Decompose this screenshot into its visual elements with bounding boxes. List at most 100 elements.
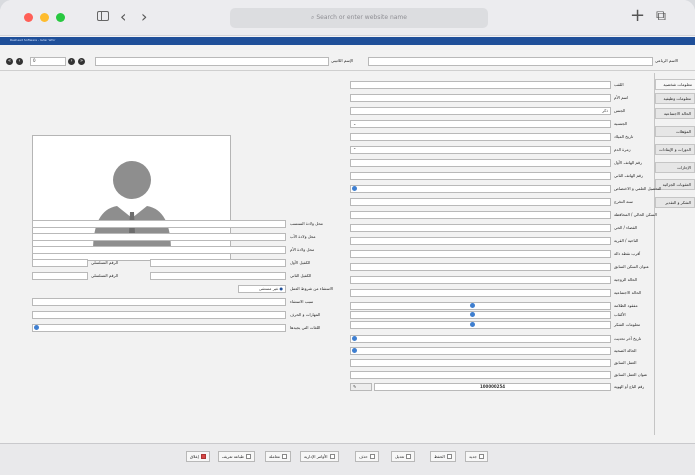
new-tab-plus-icon[interactable]: +	[630, 5, 645, 26]
print-id-button[interactable]: طباعة تعريف	[218, 451, 255, 462]
exception-radio[interactable]: غير مستثنى ●	[238, 285, 286, 293]
surname-input[interactable]	[350, 81, 611, 89]
birthdate-input[interactable]	[350, 133, 611, 141]
previous-job-label: العمل السابق	[614, 360, 637, 365]
tab-overview-icon[interactable]: ⧉	[656, 8, 666, 24]
village-input[interactable]	[350, 237, 611, 245]
prev-record-icon[interactable]: ‹	[16, 58, 23, 65]
employee-photo[interactable]	[32, 135, 231, 261]
graduation-year-input[interactable]	[350, 198, 611, 206]
skills-label: المهارات و الحرف	[290, 312, 321, 317]
sponsor2-serial-input[interactable]	[32, 272, 88, 280]
education-picker-icon[interactable]	[352, 186, 357, 191]
last-record-icon[interactable]: »	[78, 58, 85, 65]
record-number-input[interactable]: 0	[30, 57, 66, 66]
skills-input[interactable]	[32, 311, 286, 319]
blood-type-select[interactable]: ⌃	[350, 146, 611, 154]
gender-select[interactable]: ذكر	[350, 107, 611, 115]
sidebar-toggle-icon[interactable]	[97, 11, 109, 21]
transaction-button[interactable]: معاملة	[265, 451, 291, 462]
previous-job-address-input[interactable]	[350, 371, 611, 379]
next-record-icon[interactable]: ›	[68, 58, 75, 65]
last-update-label: تاريخ آخر تحديث	[614, 336, 642, 341]
tab-vacations[interactable]: الإجازات	[655, 162, 695, 173]
last-update-picker-icon[interactable]	[352, 336, 357, 341]
tab-social-status[interactable]: الحالة الاجتماعية	[655, 108, 695, 119]
province-label: السكن الحالي / المحافظة	[614, 212, 657, 217]
tab-courses[interactable]: الدورات و الإيفادات	[655, 144, 695, 155]
titles-input[interactable]	[350, 311, 611, 319]
mother-name-label: اسم الأم	[614, 95, 629, 100]
forward-arrow-icon[interactable]: ›	[141, 7, 147, 26]
sponsor1-input[interactable]	[150, 259, 286, 267]
new-button-label: جديد	[469, 454, 477, 459]
titles-label: الألقاب	[614, 312, 626, 317]
grievance-picker-icon[interactable]	[470, 303, 475, 308]
phone1-label: رقم الهاتف الأول	[614, 160, 642, 165]
father-birthplace-input[interactable]	[32, 233, 286, 241]
mother-birthplace-input[interactable]	[32, 246, 286, 254]
tab-thanks[interactable]: الشكر و التقدير	[655, 197, 695, 208]
nationality-select[interactable]: ⌄	[350, 120, 611, 128]
sponsor1-serial-input[interactable]	[32, 259, 88, 267]
full-name-input[interactable]	[368, 57, 653, 66]
marital-status-input[interactable]	[350, 276, 611, 284]
print-id-button-label: طباعة تعريف	[222, 454, 244, 459]
mother-birthplace-label: محل ولادة الأم	[290, 247, 315, 252]
full-name-label: الاسم الرباعي	[655, 58, 679, 63]
nationality-label: الجنسية	[614, 121, 628, 126]
zoom-window-button[interactable]	[56, 13, 65, 22]
delete-button[interactable]: حذف	[355, 451, 379, 462]
previous-address-input[interactable]	[350, 263, 611, 271]
radio-dot-icon: ●	[279, 286, 284, 291]
tab-job-info[interactable]: معلومات وظيفية	[655, 93, 695, 104]
tab-personal-info[interactable]: معلومات شخصية	[655, 79, 695, 90]
district-input[interactable]	[350, 224, 611, 232]
languages-picker-icon[interactable]	[34, 325, 39, 330]
district-label: القضاء / الحي	[614, 225, 638, 230]
birthplace-input[interactable]	[32, 220, 286, 228]
url-bar[interactable]: ⌕ Search or enter website name	[230, 8, 488, 28]
search-icon: ⌕	[311, 14, 315, 21]
social-status-input[interactable]	[350, 289, 611, 297]
first-record-icon[interactable]: «	[6, 58, 13, 65]
back-arrow-icon[interactable]: ‹	[120, 7, 126, 26]
minimize-window-button[interactable]	[40, 13, 49, 22]
id-number-label: رقم الباج أو الهوية	[614, 384, 645, 389]
landmark-input[interactable]	[350, 250, 611, 258]
close-window-button[interactable]	[24, 13, 33, 22]
exception-label: الاستثناء من شروط العمل	[290, 286, 334, 291]
titles-picker-icon[interactable]	[470, 312, 475, 317]
languages-label: اللغات التي يجيدها	[290, 325, 321, 330]
previous-job-input[interactable]	[350, 359, 611, 367]
grievance-input[interactable]	[350, 302, 611, 310]
thanks-info-picker-icon[interactable]	[470, 322, 475, 327]
exception-reason-input[interactable]	[32, 298, 286, 306]
new-button[interactable]: جديد	[465, 451, 488, 462]
save-button[interactable]: الحفظ	[430, 451, 456, 462]
id-edit-button[interactable]: ✎	[350, 383, 372, 391]
mother-name-input[interactable]	[350, 94, 611, 102]
latin-name-input[interactable]	[95, 57, 329, 66]
admin-orders-button[interactable]: الأوامر الإدارية	[300, 451, 339, 462]
health-status-input[interactable]	[350, 347, 611, 355]
blood-type-label: زمرة الدم	[614, 147, 631, 152]
languages-input[interactable]	[32, 324, 286, 332]
url-placeholder: Search or enter website name	[316, 14, 407, 21]
previous-job-address-label: عنوان العمل السابق	[614, 372, 648, 377]
last-update-input[interactable]	[350, 335, 611, 343]
father-birthplace-label: محل ولادة الأب	[290, 234, 316, 239]
phone1-input[interactable]	[350, 159, 611, 167]
edit-button[interactable]: تعديل	[391, 451, 416, 462]
tab-qualifications[interactable]: المؤهلات	[655, 126, 695, 137]
health-status-picker-icon[interactable]	[352, 348, 357, 353]
province-input[interactable]	[350, 211, 611, 219]
phone2-input[interactable]	[350, 172, 611, 180]
education-select[interactable]	[350, 185, 611, 193]
sponsor2-input[interactable]	[150, 272, 286, 280]
close-button[interactable]: إغلاق	[186, 451, 210, 462]
delete-icon	[369, 454, 375, 459]
thanks-info-input[interactable]	[350, 321, 611, 329]
id-number-field[interactable]: 100000254	[374, 383, 611, 391]
transaction-icon	[281, 454, 287, 459]
